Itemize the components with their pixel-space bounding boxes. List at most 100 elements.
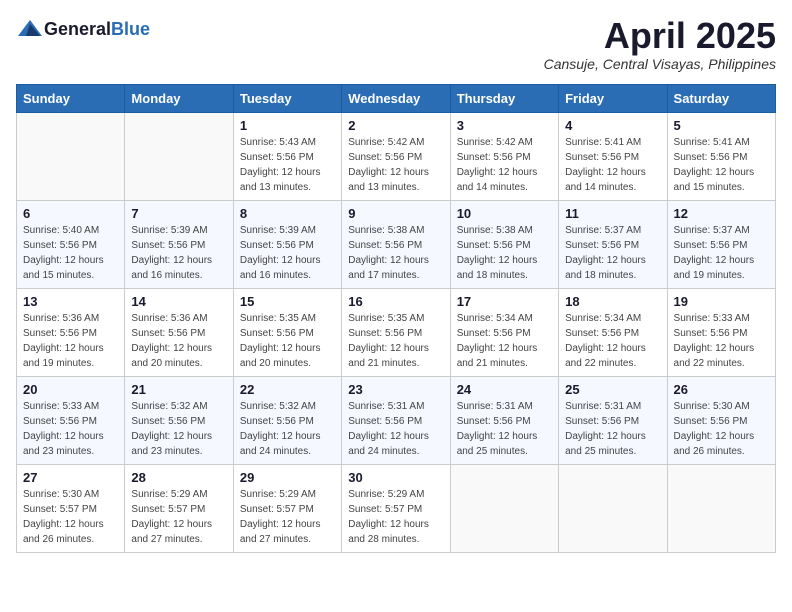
calendar-table: SundayMondayTuesdayWednesdayThursdayFrid… — [16, 84, 776, 553]
calendar-cell: 24 Sunrise: 5:31 AMSunset: 5:56 PMDayligh… — [450, 376, 558, 464]
day-info: Sunrise: 5:41 AMSunset: 5:56 PMDaylight:… — [674, 135, 769, 195]
day-info: Sunrise: 5:39 AMSunset: 5:56 PMDaylight:… — [131, 223, 226, 283]
day-info: Sunrise: 5:41 AMSunset: 5:56 PMDaylight:… — [565, 135, 660, 195]
calendar-cell — [559, 464, 667, 552]
calendar-cell: 27 Sunrise: 5:30 AMSunset: 5:57 PMDayligh… — [17, 464, 125, 552]
day-number: 30 — [348, 470, 443, 485]
calendar-cell: 13 Sunrise: 5:36 AMSunset: 5:56 PMDayligh… — [17, 288, 125, 376]
day-info: Sunrise: 5:42 AMSunset: 5:56 PMDaylight:… — [457, 135, 552, 195]
day-info: Sunrise: 5:35 AMSunset: 5:56 PMDaylight:… — [240, 311, 335, 371]
title-area: April 2025 Cansuje, Central Visayas, Phi… — [544, 16, 776, 72]
weekday-header-saturday: Saturday — [667, 84, 775, 112]
day-number: 9 — [348, 206, 443, 221]
calendar-cell: 8 Sunrise: 5:39 AMSunset: 5:56 PMDaylight… — [233, 200, 341, 288]
calendar-cell: 23 Sunrise: 5:31 AMSunset: 5:56 PMDayligh… — [342, 376, 450, 464]
day-number: 24 — [457, 382, 552, 397]
weekday-header-friday: Friday — [559, 84, 667, 112]
day-number: 7 — [131, 206, 226, 221]
calendar-cell: 4 Sunrise: 5:41 AMSunset: 5:56 PMDaylight… — [559, 112, 667, 200]
day-number: 13 — [23, 294, 118, 309]
calendar-cell: 16Sunrise: 5:35 AMSunset: 5:56 PMDayligh… — [342, 288, 450, 376]
day-info: Sunrise: 5:30 AMSunset: 5:57 PMDaylight:… — [23, 487, 118, 547]
day-info: Sunrise: 5:36 AMSunset: 5:56 PMDaylight:… — [131, 311, 226, 371]
logo-icon — [16, 16, 44, 44]
weekday-header-sunday: Sunday — [17, 84, 125, 112]
page-header: GeneralBlue April 2025 Cansuje, Central … — [16, 16, 776, 72]
day-number: 26 — [674, 382, 769, 397]
day-number: 15 — [240, 294, 335, 309]
day-number: 6 — [23, 206, 118, 221]
day-info: Sunrise: 5:34 AMSunset: 5:56 PMDaylight:… — [457, 311, 552, 371]
day-info: Sunrise: 5:36 AMSunset: 5:56 PMDaylight:… — [23, 311, 118, 371]
calendar-cell — [125, 112, 233, 200]
calendar-cell: 14Sunrise: 5:36 AMSunset: 5:56 PMDayligh… — [125, 288, 233, 376]
main-title: April 2025 — [544, 16, 776, 56]
day-number: 20 — [23, 382, 118, 397]
day-number: 18 — [565, 294, 660, 309]
day-info: Sunrise: 5:29 AMSunset: 5:57 PMDaylight:… — [131, 487, 226, 547]
day-number: 5 — [674, 118, 769, 133]
calendar-cell — [17, 112, 125, 200]
calendar-cell: 18 Sunrise: 5:34 AMSunset: 5:56 PMDayligh… — [559, 288, 667, 376]
calendar-cell: 3Sunrise: 5:42 AMSunset: 5:56 PMDaylight… — [450, 112, 558, 200]
calendar-week-2: 6Sunrise: 5:40 AMSunset: 5:56 PMDaylight… — [17, 200, 776, 288]
day-info: Sunrise: 5:37 AMSunset: 5:56 PMDaylight:… — [674, 223, 769, 283]
weekday-header-wednesday: Wednesday — [342, 84, 450, 112]
day-info: Sunrise: 5:30 AMSunset: 5:56 PMDaylight:… — [674, 399, 769, 459]
calendar-cell: 30 Sunrise: 5:29 AMSunset: 5:57 PMDayligh… — [342, 464, 450, 552]
day-info: Sunrise: 5:31 AMSunset: 5:56 PMDaylight:… — [348, 399, 443, 459]
calendar-cell: 2 Sunrise: 5:42 AMSunset: 5:56 PMDaylight… — [342, 112, 450, 200]
calendar-week-4: 20Sunrise: 5:33 AMSunset: 5:56 PMDayligh… — [17, 376, 776, 464]
day-number: 11 — [565, 206, 660, 221]
calendar-week-1: 1 Sunrise: 5:43 AMSunset: 5:56 PMDaylight… — [17, 112, 776, 200]
day-info: Sunrise: 5:32 AMSunset: 5:56 PMDaylight:… — [131, 399, 226, 459]
day-info: Sunrise: 5:34 AMSunset: 5:56 PMDaylight:… — [565, 311, 660, 371]
subtitle: Cansuje, Central Visayas, Philippines — [544, 56, 776, 72]
day-number: 16 — [348, 294, 443, 309]
weekday-header-row: SundayMondayTuesdayWednesdayThursdayFrid… — [17, 84, 776, 112]
day-number: 21 — [131, 382, 226, 397]
calendar-week-3: 13 Sunrise: 5:36 AMSunset: 5:56 PMDayligh… — [17, 288, 776, 376]
day-number: 10 — [457, 206, 552, 221]
day-number: 4 — [565, 118, 660, 133]
day-number: 27 — [23, 470, 118, 485]
day-info: Sunrise: 5:43 AMSunset: 5:56 PMDaylight:… — [240, 135, 335, 195]
calendar-cell: 1 Sunrise: 5:43 AMSunset: 5:56 PMDaylight… — [233, 112, 341, 200]
day-info: Sunrise: 5:38 AMSunset: 5:56 PMDaylight:… — [348, 223, 443, 283]
day-number: 22 — [240, 382, 335, 397]
day-info: Sunrise: 5:42 AMSunset: 5:56 PMDaylight:… — [348, 135, 443, 195]
logo: GeneralBlue — [16, 16, 150, 44]
calendar-cell: 28 Sunrise: 5:29 AMSunset: 5:57 PMDayligh… — [125, 464, 233, 552]
day-number: 28 — [131, 470, 226, 485]
day-number: 12 — [674, 206, 769, 221]
calendar-cell: 7 Sunrise: 5:39 AMSunset: 5:56 PMDaylight… — [125, 200, 233, 288]
calendar-cell: 17Sunrise: 5:34 AMSunset: 5:56 PMDayligh… — [450, 288, 558, 376]
calendar-cell: 29Sunrise: 5:29 AMSunset: 5:57 PMDayligh… — [233, 464, 341, 552]
logo-text-blue: Blue — [111, 19, 150, 39]
logo-text-general: General — [44, 19, 111, 39]
calendar-cell: 10 Sunrise: 5:38 AMSunset: 5:56 PMDayligh… — [450, 200, 558, 288]
calendar-week-5: 27 Sunrise: 5:30 AMSunset: 5:57 PMDayligh… — [17, 464, 776, 552]
calendar-cell: 5 Sunrise: 5:41 AMSunset: 5:56 PMDaylight… — [667, 112, 775, 200]
calendar-cell: 19Sunrise: 5:33 AMSunset: 5:56 PMDayligh… — [667, 288, 775, 376]
calendar-cell: 20Sunrise: 5:33 AMSunset: 5:56 PMDayligh… — [17, 376, 125, 464]
day-number: 23 — [348, 382, 443, 397]
day-info: Sunrise: 5:31 AMSunset: 5:56 PMDaylight:… — [565, 399, 660, 459]
day-info: Sunrise: 5:38 AMSunset: 5:56 PMDaylight:… — [457, 223, 552, 283]
day-info: Sunrise: 5:39 AMSunset: 5:56 PMDaylight:… — [240, 223, 335, 283]
day-info: Sunrise: 5:29 AMSunset: 5:57 PMDaylight:… — [348, 487, 443, 547]
calendar-cell — [450, 464, 558, 552]
day-number: 2 — [348, 118, 443, 133]
calendar-cell: 12 Sunrise: 5:37 AMSunset: 5:56 PMDayligh… — [667, 200, 775, 288]
day-info: Sunrise: 5:29 AMSunset: 5:57 PMDaylight:… — [240, 487, 335, 547]
day-info: Sunrise: 5:31 AMSunset: 5:56 PMDaylight:… — [457, 399, 552, 459]
day-info: Sunrise: 5:37 AMSunset: 5:56 PMDaylight:… — [565, 223, 660, 283]
calendar-cell: 25 Sunrise: 5:31 AMSunset: 5:56 PMDayligh… — [559, 376, 667, 464]
day-number: 25 — [565, 382, 660, 397]
day-number: 8 — [240, 206, 335, 221]
weekday-header-tuesday: Tuesday — [233, 84, 341, 112]
day-info: Sunrise: 5:33 AMSunset: 5:56 PMDaylight:… — [674, 311, 769, 371]
day-number: 1 — [240, 118, 335, 133]
calendar-cell: 22Sunrise: 5:32 AMSunset: 5:56 PMDayligh… — [233, 376, 341, 464]
weekday-header-monday: Monday — [125, 84, 233, 112]
